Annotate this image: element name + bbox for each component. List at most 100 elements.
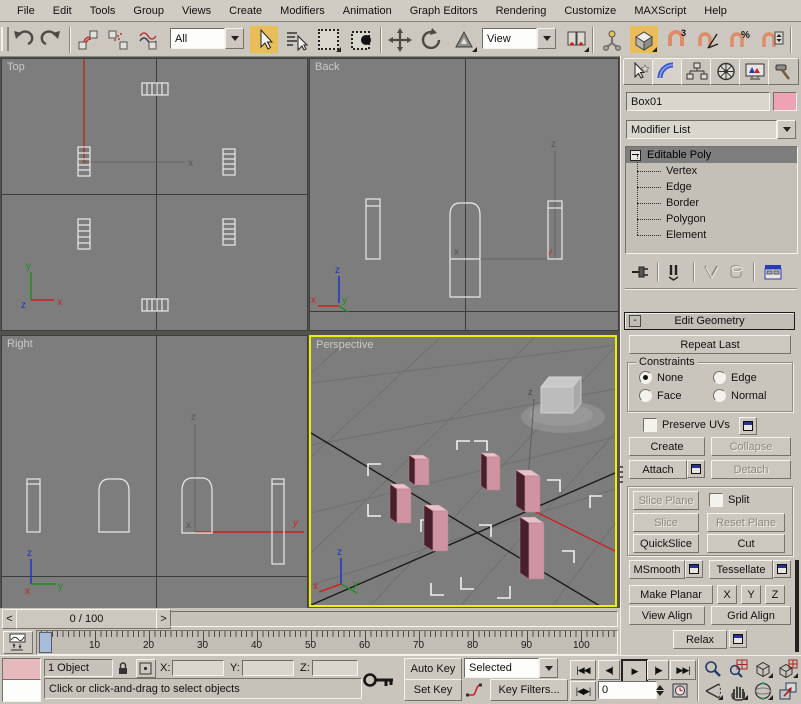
show-end-result-toggle-disabled[interactable] (701, 262, 723, 282)
tab-modify[interactable] (652, 58, 683, 85)
absolute-offset-toggle[interactable] (136, 659, 156, 678)
time-configuration-button[interactable] (670, 681, 692, 700)
viewport-perspective-canvas[interactable]: z (311, 337, 615, 605)
y-coord-field[interactable] (242, 660, 294, 676)
track-bar-frame-handle[interactable] (39, 632, 52, 653)
quickslice-button[interactable]: QuickSlice (633, 534, 699, 553)
previous-frame-button[interactable]: ◀| (598, 660, 620, 680)
make-planar-y-button[interactable]: Y (741, 585, 761, 604)
select-and-link-button[interactable] (74, 26, 102, 53)
make-planar-button[interactable]: Make Planar (629, 585, 713, 604)
edit-geometry-rollout-header[interactable]: - Edit Geometry (624, 312, 795, 330)
tessellate-settings-button[interactable] (773, 560, 791, 578)
zoom-button[interactable] (701, 658, 724, 679)
set-key-button[interactable]: Set Key (404, 679, 462, 701)
menu-graph-editors[interactable]: Graph Editors (401, 3, 487, 19)
reference-coordinate-dropdown[interactable]: View (482, 28, 556, 49)
current-frame-field[interactable]: 0 (598, 681, 657, 699)
play-button[interactable]: ▶ (621, 659, 648, 683)
menu-edit[interactable]: Edit (44, 3, 81, 19)
menu-rendering[interactable]: Rendering (487, 3, 556, 19)
viewport-back-canvas[interactable]: z x y z x y (310, 59, 618, 330)
msmooth-button[interactable]: MSmooth (629, 560, 685, 579)
select-and-move-button[interactable] (386, 26, 414, 53)
rollout-collapse-icon[interactable]: - (629, 315, 641, 327)
stack-item-vertex[interactable]: Vertex (626, 163, 797, 179)
new-key-tangents-button[interactable] (464, 680, 486, 699)
zoom-extents-button[interactable] (751, 658, 774, 679)
stack-item-edge[interactable]: Edge (626, 179, 797, 195)
key-mode-dropdown[interactable]: Selected (464, 658, 558, 678)
window-crossing-toggle-button[interactable] (348, 26, 376, 53)
unlink-selection-button[interactable] (104, 26, 132, 53)
msmooth-settings-button[interactable] (685, 560, 703, 578)
set-keys-button[interactable] (358, 658, 400, 701)
modifier-list-dropdown[interactable]: Modifier List (626, 120, 796, 139)
menu-group[interactable]: Group (124, 3, 173, 19)
detach-button[interactable]: Detach (711, 460, 791, 479)
time-slider-track[interactable] (170, 611, 618, 627)
rectangular-selection-region-button[interactable] (314, 26, 342, 53)
viewport-top-canvas[interactable]: x y (2, 59, 307, 330)
viewport-perspective-label[interactable]: Perspective (316, 339, 373, 351)
make-unique-button-disabled[interactable] (725, 262, 747, 282)
panel-splitter[interactable] (620, 466, 623, 486)
modifier-list-arrow[interactable] (777, 120, 796, 139)
object-color-swatch[interactable] (773, 92, 797, 111)
select-and-rotate-button[interactable] (418, 26, 446, 53)
tab-hierarchy[interactable] (681, 58, 712, 85)
cut-button[interactable]: Cut (707, 534, 785, 553)
selection-filter-arrow[interactable] (225, 28, 244, 49)
tab-create[interactable] (623, 58, 654, 85)
viewport-perspective[interactable]: Perspective z (309, 335, 617, 607)
mini-listener-field[interactable] (2, 679, 41, 702)
constraint-radio-face[interactable]: Face (639, 389, 681, 402)
pan-button[interactable] (726, 680, 749, 701)
collapse-button[interactable]: Collapse (711, 437, 791, 456)
repeat-last-button[interactable]: Repeat Last (629, 335, 791, 354)
arc-rotate-button[interactable] (751, 680, 774, 701)
view-align-button[interactable]: View Align (629, 606, 705, 625)
viewport-top-label[interactable]: Top (7, 61, 25, 73)
preserve-uvs-settings-button[interactable] (739, 417, 757, 435)
stack-item-polygon[interactable]: Polygon (626, 211, 797, 227)
x-coord-field[interactable] (172, 660, 224, 676)
time-slider-prev-button[interactable]: < (2, 609, 17, 629)
menu-animation[interactable]: Animation (334, 3, 401, 19)
percent-snap-button[interactable]: % (726, 26, 754, 53)
zoom-all-button[interactable] (726, 658, 749, 679)
stack-item-element[interactable]: Element (626, 227, 797, 243)
stack-item-border[interactable]: Border (626, 195, 797, 211)
pin-stack-button[interactable] (629, 262, 651, 282)
angle-snap-button[interactable] (694, 26, 722, 53)
collapse-stack-icon[interactable] (630, 150, 641, 161)
time-slider-handle[interactable]: 0 / 100 (16, 609, 157, 629)
configure-modifier-sets-button[interactable] (761, 262, 785, 282)
frame-spinner[interactable] (654, 681, 666, 699)
relax-settings-button[interactable] (729, 630, 747, 648)
select-and-scale-button[interactable] (450, 26, 478, 53)
snap-3d-button[interactable]: 3 (662, 26, 690, 53)
make-planar-z-button[interactable]: Z (765, 585, 785, 604)
attach-button[interactable]: Attach (629, 460, 687, 479)
undo-button[interactable] (8, 26, 36, 53)
selection-filter-dropdown[interactable]: All (170, 28, 244, 49)
menu-modifiers[interactable]: Modifiers (271, 3, 334, 19)
zoom-extents-all-button[interactable] (776, 658, 799, 679)
menu-maxscript[interactable]: MAXScript (625, 3, 695, 19)
go-to-start-button[interactable]: |◀◀ (570, 660, 596, 680)
menu-views[interactable]: Views (173, 3, 220, 19)
mini-curve-editor-button[interactable] (3, 631, 33, 654)
time-slider-next-button[interactable]: > (156, 609, 171, 629)
slice-button[interactable]: Slice (633, 513, 699, 532)
constraint-radio-none[interactable]: None (639, 371, 683, 384)
stack-item-editable-poly[interactable]: Editable Poly (626, 147, 797, 163)
select-object-button[interactable] (250, 26, 278, 53)
tessellate-button[interactable]: Tessellate (709, 560, 773, 579)
macro-recorder-field[interactable] (2, 658, 41, 680)
key-mode-toggle-button[interactable]: |◀▶| (570, 681, 596, 701)
viewport-top[interactable]: Top x (1, 58, 308, 331)
rollout-scrollbar[interactable] (795, 560, 799, 652)
spinner-snap-button[interactable] (758, 26, 786, 53)
slice-plane-button[interactable]: Slice Plane (633, 491, 699, 510)
